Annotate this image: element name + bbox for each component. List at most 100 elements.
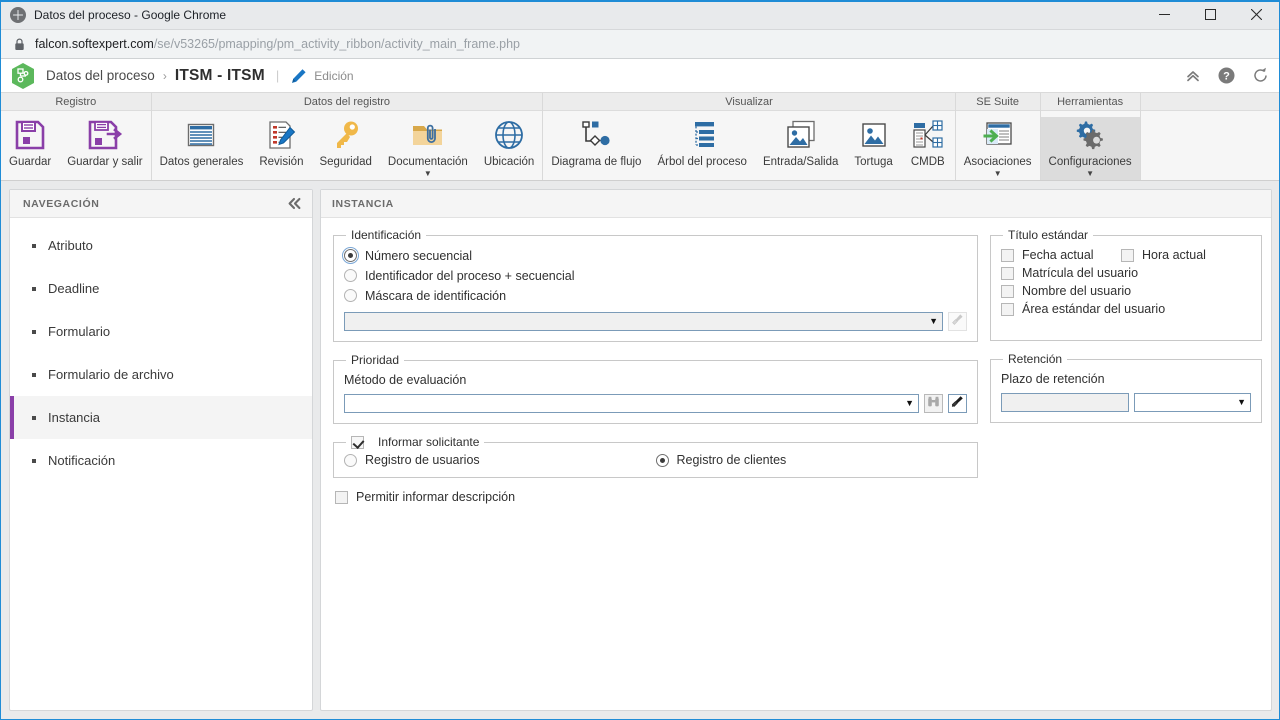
breadcrumb-current: ITSM - ITSM (174, 66, 265, 84)
permitir-informar-descripcion-row[interactable]: Permitir informar descripción (335, 490, 978, 504)
ribbon-item-ubicacion[interactable]: Ubicación (476, 117, 543, 180)
metodo-evaluacion-select[interactable]: ▼ (344, 394, 919, 413)
checkbox-icon[interactable] (1001, 284, 1014, 298)
close-button[interactable] (1233, 0, 1279, 29)
ribbon-group-filler (1140, 93, 1279, 180)
radio-icon[interactable] (344, 289, 357, 302)
cmdb-icon (911, 117, 945, 153)
url-path: /se/v53265/pmapping/pm_activity_ribbon/a… (153, 37, 520, 51)
radio-identificador-proceso-secuencial[interactable]: Identificador del proceso + secuencial (344, 266, 967, 285)
radio-icon[interactable] (655, 453, 669, 467)
sidebar-item-notificacion[interactable]: Notificación (10, 439, 312, 482)
radio-label: Registro de clientes (676, 453, 787, 467)
ribbon-item-guardar[interactable]: Guardar (1, 117, 59, 180)
pencil-icon (290, 68, 307, 84)
binoculars-icon (927, 395, 940, 413)
checkbox-fecha-actual[interactable]: Fecha actual (1001, 248, 1121, 262)
chevron-double-up-icon[interactable] (1185, 68, 1201, 84)
main-panel-header: INSTANCIA (321, 190, 1271, 218)
radio-registro-de-usuarios[interactable]: Registro de usuarios (344, 453, 656, 467)
chevron-down-icon[interactable]: ▼ (424, 170, 432, 178)
form-left-column: Identificación Número secuencial Identif… (333, 228, 978, 710)
header-divider: | (275, 68, 280, 83)
ribbon-item-seguridad[interactable]: Seguridad (311, 117, 379, 180)
radio-icon[interactable] (344, 453, 357, 467)
radio-label: Número secuencial (365, 248, 472, 263)
sidebar-item-label: Formulario (48, 324, 111, 339)
checkbox-icon[interactable] (1001, 266, 1014, 280)
chevron-down-icon[interactable]: ▼ (1237, 398, 1246, 407)
ribbon-item-label: CMDB (910, 156, 945, 168)
main-panel: INSTANCIA Identificación Número secuenci… (320, 189, 1272, 711)
ribbon-item-asociaciones[interactable]: Asociaciones ▼ (956, 117, 1040, 180)
images-icon (785, 117, 817, 153)
radio-mascara-de-identificacion[interactable]: Máscara de identificación (344, 286, 967, 305)
sidebar-item-label: Atributo (48, 238, 93, 253)
informar-solicitante-checkbox[interactable] (351, 435, 364, 449)
sidebar-item-atributo[interactable]: Atributo (10, 224, 312, 267)
bullet-icon (32, 415, 36, 420)
plazo-de-retencion-input[interactable] (1001, 393, 1129, 412)
ribbon-item-label: Diagrama de flujo (551, 156, 642, 168)
sidebar-list: Atributo Deadline Formulario Formulario … (10, 218, 312, 710)
ribbon-item-entrada-salida[interactable]: Entrada/Salida (755, 117, 846, 180)
metodo-evaluacion-row: ▼ (344, 394, 967, 413)
fieldset-legend: Prioridad (351, 353, 400, 367)
ribbon-item-cmdb[interactable]: CMDB (901, 117, 955, 180)
ribbon-item-arbol-del-proceso[interactable]: Árbol del proceso (649, 117, 755, 180)
ribbon-item-tortuga[interactable]: Tortuga (846, 117, 900, 180)
bullet-icon (32, 329, 36, 334)
edit-mode-label: Edición (314, 68, 354, 83)
ribbon-item-label: Guardar (9, 156, 52, 168)
checkbox-icon[interactable] (1121, 248, 1134, 262)
ribbon-item-label: Ubicación (483, 156, 535, 168)
sidebar-item-deadline[interactable]: Deadline (10, 267, 312, 310)
refresh-icon[interactable] (1252, 67, 1269, 84)
sidebar-item-instancia[interactable]: Instancia (10, 396, 312, 439)
mask-clear-button[interactable] (948, 312, 967, 331)
ribbon-item-diagrama-de-flujo[interactable]: Diagrama de flujo (543, 117, 649, 180)
save-icon (13, 117, 47, 153)
ribbon-item-datos-generales[interactable]: Datos generales (152, 117, 252, 180)
checkbox-matricula-del-usuario[interactable]: Matrícula del usuario (1001, 264, 1251, 282)
ribbon-item-configuraciones[interactable]: Configuraciones ▼ (1040, 117, 1140, 180)
ribbon-item-label: Árbol del proceso (657, 156, 747, 168)
chevron-down-icon[interactable]: ▼ (929, 317, 938, 326)
question-circle-icon[interactable]: ? (1218, 67, 1235, 84)
radio-icon[interactable] (342, 247, 359, 264)
plazo-de-retencion-label: Plazo de retención (1001, 372, 1105, 386)
chevron-double-left-icon[interactable] (287, 197, 302, 210)
checkbox-area-estandar-del-usuario[interactable]: Área estándar del usuario (1001, 300, 1251, 318)
minimize-button[interactable] (1141, 0, 1187, 29)
checkbox-icon[interactable] (1001, 248, 1014, 262)
ribbon-item-revision[interactable]: Revisión (251, 117, 311, 180)
checkbox-hora-actual[interactable]: Hora actual (1121, 248, 1206, 262)
radio-icon[interactable] (344, 269, 357, 282)
maximize-button[interactable] (1187, 0, 1233, 29)
key-icon (330, 117, 362, 153)
ribbon-item-guardar-y-salir[interactable]: Guardar y salir (59, 117, 150, 180)
chevron-down-icon[interactable]: ▼ (994, 170, 1002, 178)
sidebar-item-formulario[interactable]: Formulario (10, 310, 312, 353)
metodo-evaluacion-search-button[interactable] (924, 394, 943, 413)
ribbon-group-title (1140, 93, 1279, 111)
bullet-icon (32, 286, 36, 291)
radio-numero-secuencial[interactable]: Número secuencial (342, 246, 967, 265)
radio-registro-de-clientes[interactable]: Registro de clientes (655, 453, 968, 467)
checkbox-icon[interactable] (1001, 302, 1014, 316)
mask-select[interactable]: ▼ (344, 312, 943, 331)
permitir-informar-descripcion-checkbox[interactable] (335, 490, 348, 504)
form-right-column: Título estándar Fecha actual Hora actual (990, 228, 1262, 710)
checkbox-nombre-del-usuario[interactable]: Nombre del usuario (1001, 282, 1251, 300)
breadcrumb-separator-icon: › (162, 68, 167, 83)
sidebar-item-label: Notificación (48, 453, 116, 468)
ribbon-group-title: Registro (1, 93, 151, 111)
ribbon-item-documentacion[interactable]: Documentación ▼ (380, 117, 476, 180)
chevron-down-icon[interactable]: ▼ (1086, 170, 1094, 178)
address-bar[interactable]: falcon.softexpert.com/se/v53265/pmapping… (1, 30, 1279, 59)
sidebar-item-formulario-de-archivo[interactable]: Formulario de archivo (10, 353, 312, 396)
metodo-evaluacion-clear-button[interactable] (948, 394, 967, 413)
plazo-de-retencion-unit-select[interactable]: ▼ (1134, 393, 1251, 412)
breadcrumb-root[interactable]: Datos del proceso (46, 68, 155, 83)
chevron-down-icon[interactable]: ▼ (905, 399, 914, 408)
